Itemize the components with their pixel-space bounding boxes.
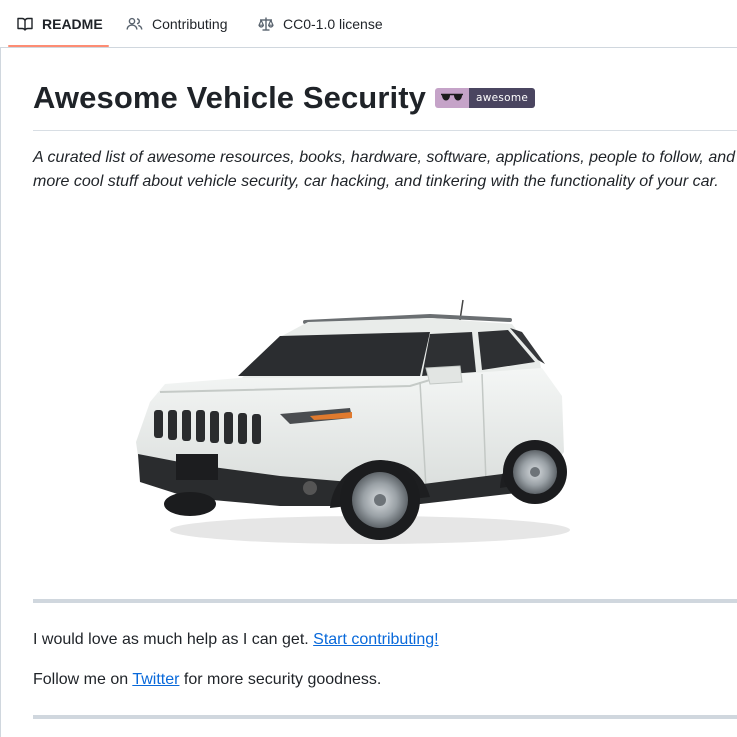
tab-contributing-label: Contributing — [152, 15, 228, 32]
title-divider — [33, 130, 737, 131]
intro-text: A curated list of awesome resources, boo… — [33, 149, 736, 190]
help-paragraph: I would love as much help as I can get. … — [33, 628, 737, 652]
law-scale-icon — [258, 17, 274, 31]
awesome-badge[interactable]: awesome — [434, 88, 536, 108]
tab-license-label: CC0-1.0 license — [283, 15, 383, 32]
tab-license[interactable]: CC0-1.0 license — [258, 0, 383, 47]
tab-readme-label: README — [42, 15, 103, 32]
sunglasses-icon — [434, 88, 469, 108]
follow-text-after: for more security goodness. — [179, 671, 382, 688]
follow-paragraph: Follow me on Twitter for more security g… — [33, 668, 737, 692]
badge-label: awesome — [468, 88, 536, 108]
car-image — [130, 292, 570, 554]
tab-bar: README Contributing CC0-1.0 license — [0, 0, 737, 48]
horizontal-rule — [33, 599, 737, 603]
tab-readme[interactable]: README — [17, 0, 103, 47]
horizontal-rule-bottom — [33, 715, 737, 719]
page-title: Awesome Vehicle Security — [33, 80, 426, 115]
active-tab-indicator — [8, 45, 109, 47]
start-contributing-link[interactable]: Start contributing! — [313, 631, 438, 648]
people-icon — [126, 17, 143, 30]
follow-text-before: Follow me on — [33, 671, 133, 688]
book-icon — [17, 17, 33, 31]
twitter-link[interactable]: Twitter — [132, 671, 179, 688]
readme-title-row: Awesome Vehicle Security awesome — [33, 80, 536, 116]
tab-contributing[interactable]: Contributing — [126, 0, 228, 47]
help-text: I would love as much help as I can get. — [33, 631, 314, 648]
